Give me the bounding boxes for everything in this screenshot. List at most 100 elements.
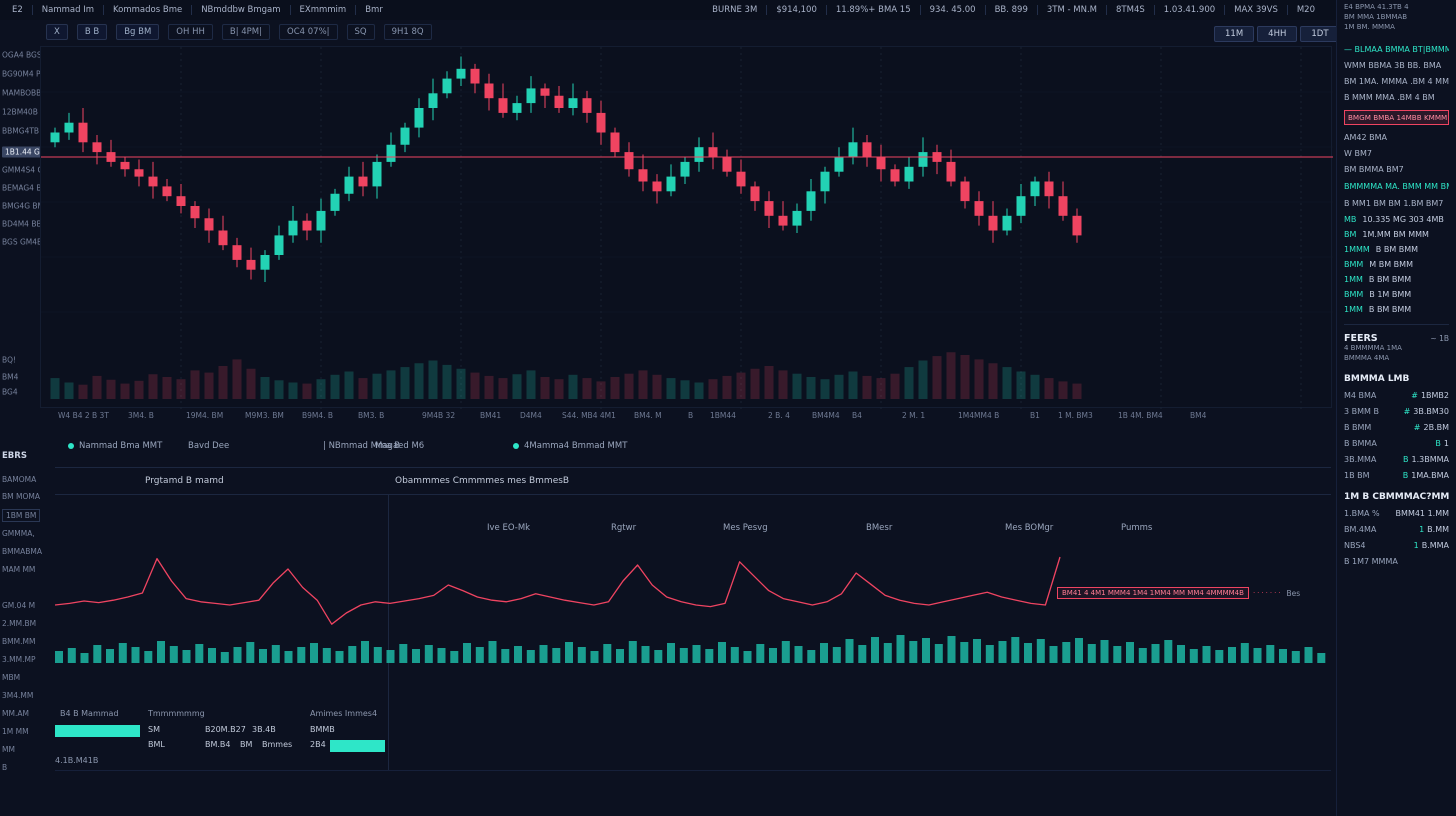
time-label: BM4. M: [634, 411, 662, 420]
ticker-stat[interactable]: 8TM4S: [1106, 5, 1154, 15]
indicator-axis-label: 3M4.MM: [2, 691, 33, 700]
time-label: 2 B. 4: [768, 411, 790, 420]
highlight-cell[interactable]: [55, 725, 140, 737]
ticker-stat[interactable]: M20: [1287, 5, 1324, 15]
ticker-stat[interactable]: BB. 899: [985, 5, 1037, 15]
ohlc-button[interactable]: OC4 07%|: [279, 24, 338, 40]
bullet-icon: B: [1432, 439, 1444, 448]
watchlist-values: #1BMB2: [1408, 391, 1449, 400]
legend-label: Bavd Dee: [188, 441, 229, 451]
watchlist-symbol: B BMMA: [1344, 439, 1377, 448]
depth-value: M BM BMM: [1369, 260, 1413, 269]
corner-line: 1M BM. MMMA: [1344, 23, 1449, 31]
price-label: OGA4 BGS: [2, 51, 42, 60]
table-cell: BM: [240, 740, 252, 749]
price-label: BQ!: [2, 356, 16, 365]
watchlist-symbol: M4 BMA: [1344, 391, 1376, 400]
ticker-stat[interactable]: 3TM - MN.M: [1037, 5, 1106, 15]
panel-link[interactable]: BMMMMA MA. BMM MM BMMA: [1344, 182, 1449, 191]
timeframe-button[interactable]: 11M: [1214, 26, 1254, 42]
table-cell: 2B4: [310, 740, 326, 749]
footer-values: BMM41 1.MM: [1396, 509, 1449, 518]
candlestick-svg[interactable]: [41, 47, 1333, 409]
highlight-cell[interactable]: [330, 740, 385, 752]
depth-row: MB10.335 MG 303 4MB: [1344, 215, 1449, 224]
peers-subline: BMMMA 4MA: [1344, 354, 1449, 362]
watchlist-price: 1MA.BMA: [1411, 471, 1449, 480]
table-cell: 3B.4B: [252, 725, 276, 734]
legend-toggle[interactable]: Magaed M6: [375, 441, 424, 451]
footer-label: BM.4MA: [1344, 525, 1376, 534]
corner-line: BM MMA 1BMMAB: [1344, 13, 1449, 21]
ohlc-button[interactable]: OH HH: [168, 24, 213, 40]
stat-line: BM BMMA BM7: [1344, 165, 1449, 174]
timeframe-button[interactable]: 1DT: [1300, 26, 1339, 42]
table-cell: SM: [148, 725, 160, 734]
legend-toggle[interactable]: 4Mamma4 Bmmad MMT: [513, 441, 627, 451]
watchlist-row[interactable]: 3B.MMAB1.3BMMA: [1344, 455, 1449, 464]
timeframe-button[interactable]: 4HH: [1257, 26, 1297, 42]
legend-dot-icon: [68, 443, 74, 449]
footer-label: B 1M7 MMMA: [1344, 557, 1398, 566]
table-cell: BMMB: [310, 725, 335, 734]
time-label: 9M4B 32: [422, 411, 455, 420]
ticker-stat[interactable]: 11.89%+ BMA 15: [826, 5, 920, 15]
price-label: BGS GM4B: [2, 238, 42, 247]
table-header: B4 B Mammad: [60, 709, 119, 718]
ticker-stat[interactable]: $914,100: [766, 5, 826, 15]
tab-primary[interactable]: Prgtamd B mamd: [145, 476, 224, 486]
ticker-stat[interactable]: MAX 39VS: [1224, 5, 1287, 15]
watchlist-row[interactable]: B BMM#2B.BM: [1344, 423, 1449, 432]
depth-label: 1MM: [1344, 305, 1363, 314]
menu-item[interactable]: Nammad Im: [32, 5, 103, 15]
depth-label: 1MM: [1344, 275, 1363, 284]
peers-badge[interactable]: ~ 1B: [1430, 334, 1449, 343]
menu-item[interactable]: E2: [12, 5, 32, 15]
ticker-stat[interactable]: BURNE 3M: [712, 5, 766, 15]
indicator-axis-label: GM.04 M: [2, 601, 35, 610]
menu-item[interactable]: NBmddbw Bmgam: [191, 5, 289, 15]
ticker-stat[interactable]: 1.03.41.900: [1154, 5, 1224, 15]
footer-value: B.MMA: [1422, 541, 1449, 550]
depth-label: BMM: [1344, 290, 1363, 299]
depth-label: MB: [1344, 215, 1356, 224]
table-footer: 4.1B.M41B: [55, 756, 98, 765]
table-cell: Bmmes: [262, 740, 292, 749]
ohlc-button[interactable]: 9H1 8Q: [384, 24, 432, 40]
depth-value: B 1M BMM: [1369, 290, 1411, 299]
column-header: Pumms: [1121, 523, 1152, 533]
bullet-icon: B: [1400, 471, 1412, 480]
depth-row: 1MMB BM BMM: [1344, 305, 1449, 314]
alert-row[interactable]: BMGM BMBA 14MBB KMMM MM: [1344, 110, 1449, 125]
tab-secondary[interactable]: Obammmes Cmmmmes mes BmmesB: [395, 476, 569, 486]
watchlist-row[interactable]: B BMMA B1: [1344, 439, 1449, 448]
depth-table: MB10.335 MG 303 4MBBM1M.MM BM MMM1MMMB B…: [1344, 215, 1449, 314]
watchlist-symbol: 1B BM: [1344, 471, 1370, 480]
menu-item[interactable]: EXmmmim: [290, 5, 356, 15]
menu-item[interactable]: Kommados Bme: [103, 5, 191, 15]
trading-terminal: E2Nammad ImKommados BmeNBmddbw BmgamEXmm…: [0, 0, 1456, 816]
annotation-box[interactable]: BM41 4 4M1 MMM4 1M4 1MM4 MM MM4 4MMMM4B: [1057, 587, 1249, 599]
watchlist-row[interactable]: M4 BMA #1BMB2: [1344, 391, 1449, 400]
ticker-stat[interactable]: 934. 45.00: [920, 5, 985, 15]
ohlc-button[interactable]: B| 4PM|: [222, 24, 270, 40]
peers-subline: 4 BMMMMA 1MA: [1344, 344, 1449, 352]
indicator-axis-label: MM: [2, 745, 15, 754]
tool-button[interactable]: Bg BM: [116, 24, 159, 40]
tool-button[interactable]: X: [46, 24, 68, 40]
menu-item[interactable]: Bmr: [355, 5, 392, 15]
watchlist-row[interactable]: 1B BM B1MA.BMA: [1344, 471, 1449, 480]
tool-button[interactable]: B B: [77, 24, 107, 40]
candlestick-chart[interactable]: [40, 46, 1332, 408]
indicator-axis-label: 1M MM: [2, 727, 29, 736]
legend-toggle[interactable]: Bavd Dee: [188, 441, 229, 451]
peers-header: FEERS ~ 1B: [1344, 324, 1449, 344]
chart-toolbar: X B B Bg BM OH HH B| 4PM| OC4 07%| SQ 9H1 8Q: [46, 24, 432, 40]
indicator-volume-svg[interactable]: [55, 633, 1331, 663]
ohlc-button[interactable]: SQ: [347, 24, 375, 40]
legend-toggle[interactable]: Nammad Bma MMT: [68, 441, 162, 451]
watchlist-price: 1: [1444, 439, 1449, 448]
watchlist-row[interactable]: 3 BMM B#3B.BM30: [1344, 407, 1449, 416]
indicator-axis-label: B: [2, 763, 7, 772]
time-label: 1 M. BM3: [1058, 411, 1093, 420]
